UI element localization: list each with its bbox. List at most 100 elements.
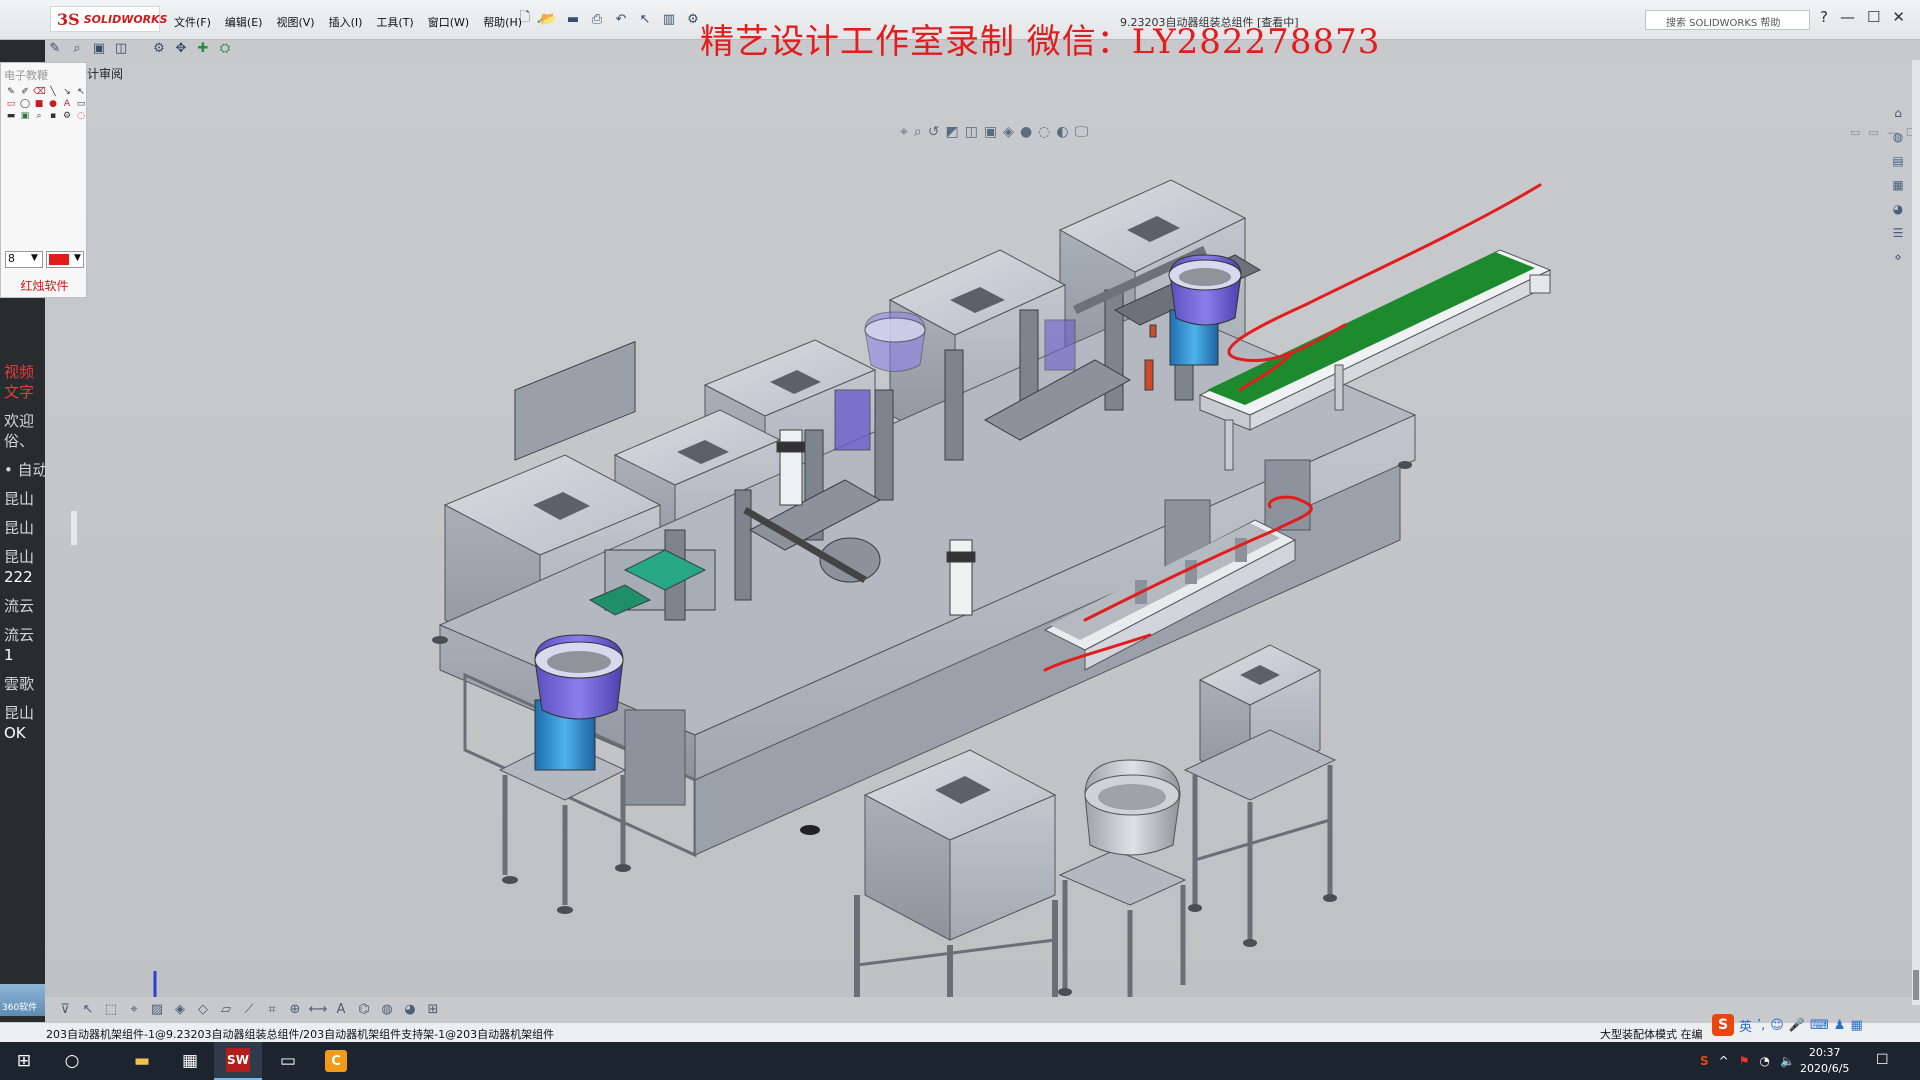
ime-tray-icon[interactable]: S [1700, 1054, 1709, 1068]
undo-icon[interactable]: ↶ [611, 10, 631, 28]
chevron-down-icon[interactable]: ▼ [31, 253, 38, 263]
vertical-scrollbar[interactable] [1912, 60, 1920, 1005]
app-task-button[interactable]: C [312, 1042, 360, 1080]
pen-icon[interactable]: ✎ [5, 87, 17, 98]
bar-icon[interactable]: ▬ [5, 111, 17, 122]
filter-point-icon[interactable]: ⊕ [285, 1002, 305, 1017]
clear-icon[interactable]: ◌ [75, 111, 87, 122]
panel-flyout-handle[interactable] [70, 510, 78, 546]
filter-edge-icon[interactable]: ◈ [170, 1002, 190, 1017]
custom-props-icon[interactable]: ⋄ [1890, 250, 1906, 266]
view-orientation-icon[interactable]: ◫ [965, 124, 978, 140]
filter-surface-icon[interactable]: ◍ [377, 1002, 397, 1017]
close-icon[interactable]: ✕ [1892, 8, 1905, 26]
view-settings-icon[interactable]: ◐ [1056, 124, 1068, 140]
file-explorer-icon[interactable]: ▬ [118, 1042, 166, 1080]
home-icon[interactable]: ⌂ [1890, 106, 1906, 122]
section-icon[interactable]: ▣ [89, 39, 109, 57]
arrow-icon[interactable]: ↘ [61, 87, 73, 98]
rebuild-icon[interactable]: ▥ [659, 10, 679, 28]
start-button[interactable]: ⊞ [0, 1042, 48, 1080]
sogou-ime-icon[interactable]: S [1712, 1014, 1734, 1036]
scrollbar-thumb[interactable] [1913, 970, 1919, 1000]
move-icon[interactable]: ✥ [171, 39, 191, 57]
edit-appearance-icon[interactable]: ● [1020, 124, 1032, 140]
settings-icon[interactable]: ⚙ [61, 111, 73, 122]
select-icon[interactable]: ↖ [635, 10, 655, 28]
ime-tools-icon[interactable]: ▦ [1850, 1018, 1862, 1033]
box-select-icon[interactable]: ⬚ [101, 1002, 121, 1017]
print-icon[interactable]: ⎙ [587, 10, 607, 28]
tab-design-review[interactable]: 计审阅 [87, 62, 132, 82]
filter-toggle-icon[interactable]: ⊞ [423, 1002, 443, 1017]
mate-icon[interactable]: ⚙ [149, 39, 169, 57]
menu-view[interactable]: 视图(V) [274, 14, 316, 30]
ime-punct-icon[interactable]: ’, [1757, 1018, 1765, 1033]
filter-color-icon[interactable]: ◕ [400, 1002, 420, 1017]
network-icon[interactable]: ◔ [1759, 1054, 1769, 1068]
previous-view-icon[interactable]: ↺ [928, 124, 940, 140]
select-arrow-icon[interactable]: ↖ [78, 1002, 98, 1017]
solidworks-logo[interactable]: 3S SOLIDWORKS [50, 6, 168, 32]
calculator-icon[interactable]: ▦ [166, 1042, 214, 1080]
explorer-icon[interactable]: ▦ [1890, 178, 1906, 194]
brush-icon[interactable]: ✐ [19, 87, 31, 98]
save-icon[interactable]: ▬ [563, 10, 583, 28]
filter-note-icon[interactable]: A [331, 1002, 351, 1017]
appearance-icon[interactable]: ◕ [1890, 202, 1906, 218]
display-icon[interactable]: ◫ [111, 39, 131, 57]
menu-tools[interactable]: 工具(T) [374, 14, 415, 30]
filter-sketch-icon[interactable]: ⌗ [262, 1002, 282, 1017]
properties-icon[interactable]: ☰ [1890, 226, 1906, 242]
maximize-icon[interactable]: ☐ [1867, 8, 1880, 26]
library-icon[interactable]: ▤ [1890, 154, 1906, 170]
pen-color-select[interactable]: ▼ [46, 251, 84, 268]
ime-skin-icon[interactable]: ♟ [1834, 1018, 1846, 1033]
sketch-icon[interactable]: ✎ [45, 39, 65, 57]
zoom-icon[interactable]: ⌕ [67, 39, 87, 57]
system-clock[interactable]: 20:37 2020/6/5 [1800, 1045, 1849, 1077]
screen-icon[interactable]: ▣ [19, 111, 31, 122]
ime-lang[interactable]: 英 [1739, 1016, 1752, 1035]
display-style-icon[interactable]: ▣ [984, 124, 997, 140]
filter-vertex-icon[interactable]: ◇ [193, 1002, 213, 1017]
monitor-icon[interactable]: 🖵 [1075, 124, 1089, 140]
360-software-icon[interactable]: 360软件 [0, 984, 45, 1016]
ime-voice-icon[interactable]: 🎤 [1789, 1018, 1805, 1033]
curve-icon[interactable]: ↖ [75, 87, 87, 98]
assembly-model[interactable] [45, 60, 1915, 997]
fill-circle-icon[interactable]: ● [47, 99, 59, 110]
zoom-area-icon[interactable]: ⌕ [914, 124, 922, 140]
tray-expand-icon[interactable]: ^ [1719, 1054, 1729, 1068]
resources-icon[interactable]: ◍ [1890, 130, 1906, 146]
graphics-area[interactable]: ⌖ ⌕ ↺ ◩ ◫ ▣ ◈ ● ◌ ◐ 🖵 ▭ ▭ — ☐ ✕ [45, 60, 1915, 997]
minimize-icon[interactable]: — [1840, 8, 1855, 26]
filter-dim-icon[interactable]: ⟷ [308, 1002, 328, 1017]
filter-icon[interactable]: ⊽ [55, 1002, 75, 1017]
lasso-icon[interactable]: ⌖ [124, 1002, 144, 1017]
scene-icon[interactable]: ◌ [1038, 124, 1050, 140]
rect-icon[interactable]: ▭ [5, 99, 17, 110]
menu-edit[interactable]: 编辑(E) [223, 14, 265, 30]
security-icon[interactable]: ⚑ [1739, 1054, 1750, 1068]
notification-icon[interactable]: ☐ [1876, 1052, 1889, 1068]
window-task-button[interactable]: ▭ [264, 1042, 312, 1080]
zoom-to-fit-icon[interactable]: ⌖ [900, 124, 908, 140]
section-view-icon[interactable]: ◩ [945, 124, 958, 140]
search-icon[interactable]: ○ [48, 1042, 96, 1080]
filter-axis-icon[interactable]: ⟋ [239, 1002, 259, 1017]
menu-window[interactable]: 窗口(W) [426, 14, 471, 30]
viewport-tile-icon[interactable]: ▭ [1868, 126, 1878, 139]
menu-file[interactable]: 文件(F) [172, 14, 213, 30]
explode-icon[interactable]: ⛭ [215, 39, 235, 57]
fill-rect-icon[interactable]: ■ [33, 99, 45, 110]
help-search-input[interactable]: 搜索 SOLIDWORKS 帮助 [1645, 10, 1810, 30]
magnifier-icon[interactable]: ⌕ [33, 111, 45, 122]
menu-insert[interactable]: 插入(I) [327, 14, 365, 30]
line-icon[interactable]: ╲ [47, 87, 59, 98]
hide-show-icon[interactable]: ◈ [1003, 124, 1014, 140]
ime-emoji-icon[interactable]: ☺ [1770, 1018, 1784, 1033]
volume-icon[interactable]: 🔈 [1780, 1054, 1795, 1068]
new-icon[interactable]: 🗋 [515, 10, 535, 28]
viewport-restore-icon[interactable]: ▭ [1850, 126, 1860, 139]
